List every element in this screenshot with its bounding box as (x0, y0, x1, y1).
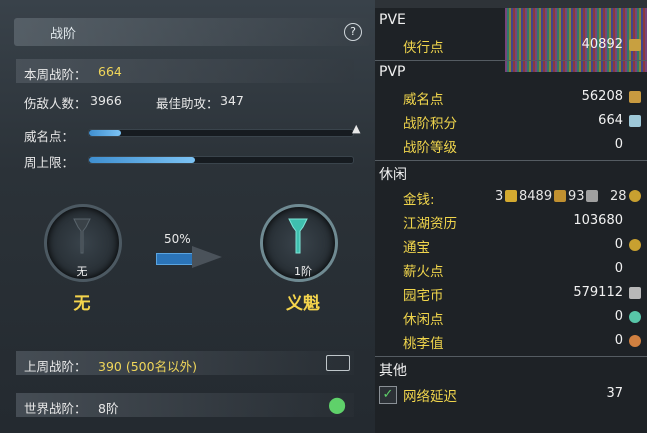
divider (375, 356, 647, 357)
leisure-item-value: 0 (614, 309, 623, 324)
gold-ingot-icon (505, 190, 517, 202)
leisure-item-value: 0 (614, 237, 623, 252)
peach-icon (629, 335, 641, 347)
leisure-item-value: 0 (614, 261, 623, 276)
pvp-item-label: 战阶等级 (403, 140, 457, 156)
leisure-item-value: 103680 (573, 213, 623, 228)
assists-label: 最佳助攻： (156, 96, 219, 111)
world-rank-row: 世界战阶： 8阶 ⬤ (16, 393, 354, 417)
pvp-item-value: 0 (614, 137, 623, 152)
pvp-section-title: PVP (379, 64, 406, 80)
last-week-label: 上周战阶： (24, 359, 87, 374)
rank-progress-bar (156, 253, 194, 265)
next-rank-small: 1阶 (294, 265, 312, 278)
leisure-item-label: 休闲点 (403, 312, 444, 328)
money-coin-value: 28 (610, 189, 627, 204)
leisure-section-title: 休闲 (379, 167, 407, 183)
latency-checkbox[interactable]: ✓ (379, 386, 397, 404)
panel-title: 战阶 (50, 27, 77, 42)
battle-rank-panel: 战阶 ? 本周战阶： 664 伤敌人数： 3966 最佳助攻： 347 威名点：… (0, 0, 375, 433)
latency-label: 网络延迟 (403, 389, 457, 405)
last-week-row: 上周战阶： 390 (500名以外) (16, 351, 354, 375)
leisure-icon (629, 311, 641, 323)
divider (375, 60, 647, 61)
leisure-item-label: 金钱: (403, 192, 435, 208)
arrow-right-icon (192, 246, 222, 268)
sword-icon (629, 39, 641, 51)
week-cap-progress-bar (88, 156, 354, 164)
other-section-title: 其他 (379, 363, 407, 379)
money-silver-value: 8489 (519, 189, 553, 204)
assists-value: 347 (220, 93, 244, 108)
kills-label: 伤敌人数： (24, 96, 87, 111)
weekly-rank-label: 本周战阶： (24, 67, 87, 82)
help-icon[interactable]: ? (344, 23, 362, 41)
marker-icon: ▲ (352, 122, 361, 135)
leisure-item-value: 0 (614, 333, 623, 348)
money-copper-value: 93 (568, 189, 585, 204)
latency-value: 37 (606, 386, 623, 401)
pvp-item-value: 56208 (581, 89, 623, 104)
next-rank-name: 义魁 (286, 294, 320, 314)
weekly-rank-row: 本周战阶： 664 (16, 59, 354, 83)
pvp-item-label: 威名点 (403, 92, 444, 108)
divider (375, 160, 647, 161)
fame-progress-bar (88, 129, 354, 137)
progress-percent: 50% (164, 232, 191, 246)
chest-icon[interactable] (326, 355, 350, 371)
copper-ingot-icon (586, 190, 598, 202)
location-pin-icon[interactable]: ⬤ (328, 395, 346, 414)
weekly-rank-value: 664 (98, 64, 122, 79)
leisure-item-label: 薪火点 (403, 264, 444, 280)
world-rank-label: 世界战阶： (24, 401, 87, 416)
rank-flag-icon (288, 218, 308, 254)
tongbao-icon (629, 239, 641, 251)
pve-item-value: 40892 (581, 37, 623, 52)
week-cap-progress-fill (89, 157, 195, 163)
pve-item-label: 侠行点 (403, 40, 444, 56)
house-coin-icon (629, 287, 641, 299)
last-week-value: 390 (500名以外) (98, 359, 197, 374)
leisure-item-value: 579112 (573, 285, 623, 300)
currency-panel: PVE 侠行点 40892 PVP 威名点 56208 战阶积分 664 战阶等… (375, 0, 647, 433)
silver-ingot-icon (554, 190, 566, 202)
fame-progress-fill (89, 130, 121, 136)
pvp-item-value: 664 (598, 113, 623, 128)
coin-icon (629, 190, 641, 202)
current-rank-small: 无 (76, 265, 88, 278)
top-strip (375, 0, 647, 8)
fame-label: 威名点： (24, 129, 75, 144)
fame-icon (629, 91, 641, 103)
leisure-item-label: 通宝 (403, 240, 430, 256)
rank-points-icon (629, 115, 641, 127)
money-gold-value: 3 (495, 189, 504, 204)
current-rank-name: 无 (73, 294, 91, 314)
world-rank-value: 8阶 (98, 401, 119, 416)
pve-section-title: PVE (379, 12, 406, 28)
rank-flag-icon (73, 218, 91, 254)
background-overlay (505, 8, 647, 72)
leisure-item-label: 桃李值 (403, 336, 444, 352)
leisure-item-label: 园宅币 (403, 288, 444, 304)
pvp-item-label: 战阶积分 (403, 116, 457, 132)
kills-value: 3966 (90, 93, 122, 108)
leisure-item-label: 江湖资历 (403, 216, 457, 232)
panel-header: 战阶 ? (14, 18, 370, 46)
week-cap-label: 周上限： (24, 155, 75, 170)
